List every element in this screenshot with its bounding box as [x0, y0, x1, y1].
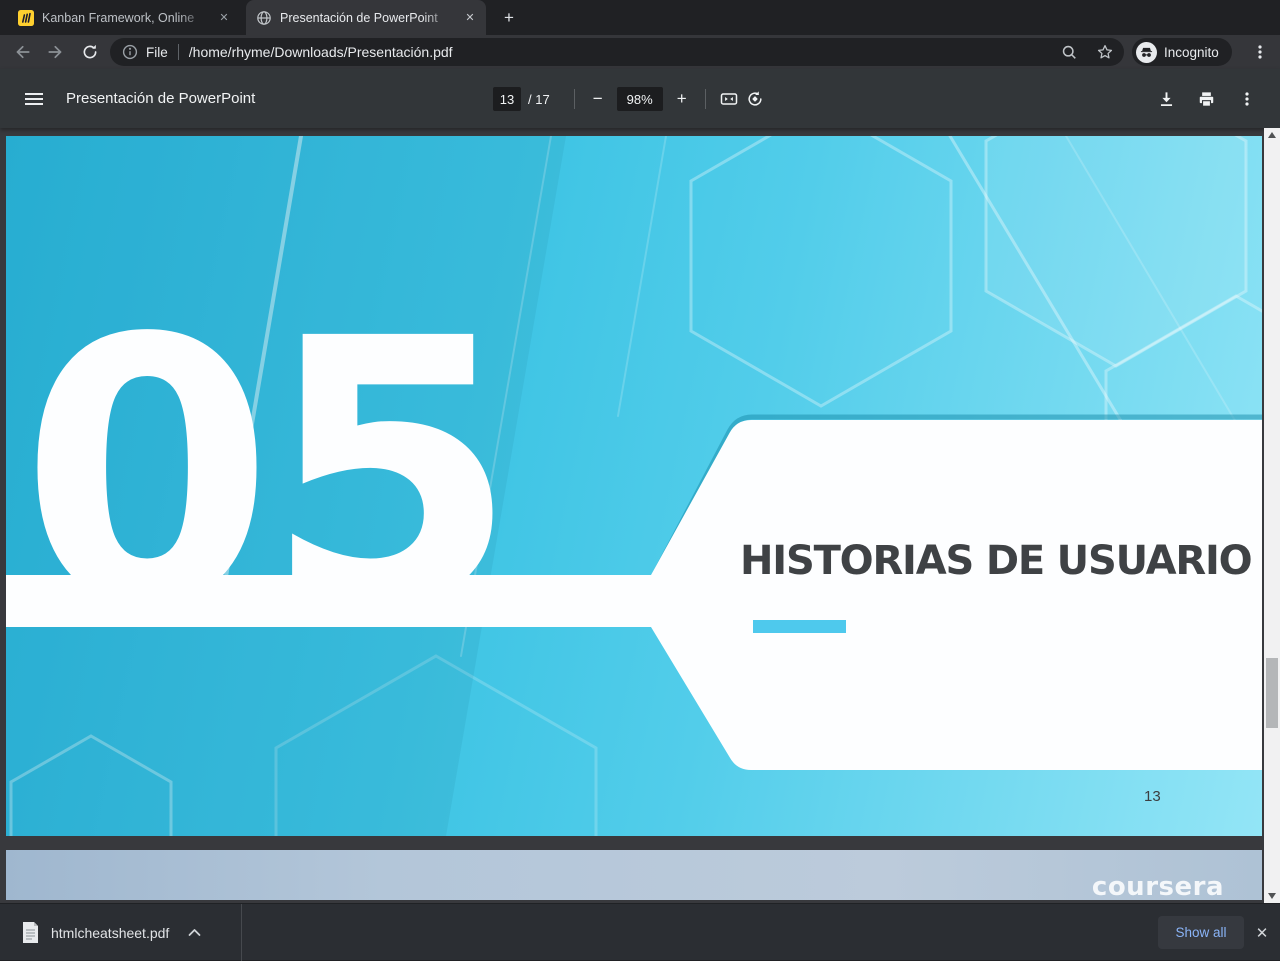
reload-button[interactable]	[78, 40, 102, 64]
pdf-document-title: Presentación de PowerPoint	[66, 90, 256, 107]
download-button[interactable]	[1152, 85, 1180, 113]
pdf-page-14-preview: coursera	[6, 850, 1262, 900]
toolbar-divider	[573, 89, 575, 109]
close-tab-icon[interactable]: ✕	[216, 10, 232, 26]
browser-toolbar: File /home/rhyme/Downloads/Presentación.…	[0, 35, 1280, 69]
title-accent-bar	[753, 620, 846, 633]
scroll-up-arrow-icon[interactable]	[1264, 128, 1280, 142]
zoom-page-icon[interactable]	[1061, 44, 1078, 61]
incognito-badge: Incognito	[1132, 38, 1232, 66]
pdf-menu-hamburger-icon[interactable]	[20, 85, 48, 113]
show-all-downloads-button[interactable]: Show all	[1158, 916, 1244, 949]
zoom-out-button[interactable]: −	[585, 86, 611, 112]
tab-kanban-framework[interactable]: Kanban Framework, Online ✕	[8, 0, 240, 35]
incognito-icon	[1136, 41, 1157, 63]
downloads-bar: htmlcheatsheet.pdf Show all ✕	[0, 903, 1280, 961]
pdf-viewer-area: 05 HISTORIAS DE USUARIO 13 coursera	[0, 128, 1280, 960]
tab-presentacion-pdf[interactable]: Presentación de PowerPoint ✕	[246, 0, 486, 35]
new-tab-button[interactable]: +	[497, 6, 521, 30]
close-tab-icon[interactable]: ✕	[462, 10, 478, 26]
slide-page-number: 13	[1144, 788, 1161, 805]
browser-menu-kebab-icon[interactable]	[1248, 40, 1272, 64]
downloaded-filename: htmlcheatsheet.pdf	[51, 924, 170, 941]
close-downloads-bar-icon[interactable]: ✕	[1250, 921, 1274, 945]
miro-icon	[18, 9, 34, 26]
pdf-more-options-kebab-icon[interactable]	[1233, 85, 1261, 113]
globe-favicon-icon	[256, 10, 272, 26]
slide-title: HISTORIAS DE USUARIO	[740, 538, 1253, 584]
pdf-file-icon	[22, 922, 39, 943]
pdf-toolbar: Presentación de PowerPoint / 17 − 98% +	[0, 69, 1280, 128]
title-banner-shape	[6, 414, 1262, 770]
back-button[interactable]	[10, 40, 34, 64]
forward-button[interactable]	[44, 40, 68, 64]
scroll-down-arrow-icon[interactable]	[1264, 889, 1280, 903]
scrollbar-thumb[interactable]	[1266, 658, 1278, 728]
toolbar-divider	[704, 89, 706, 109]
rotate-counterclockwise-button[interactable]	[742, 86, 768, 112]
download-options-chevron-icon[interactable]	[181, 920, 207, 946]
shelf-divider	[241, 904, 242, 961]
page-total-label: / 17	[528, 91, 550, 107]
coursera-logo: coursera	[1091, 872, 1224, 900]
address-bar[interactable]: File /home/rhyme/Downloads/Presentación.…	[110, 38, 1124, 66]
vertical-scrollbar[interactable]	[1264, 128, 1280, 903]
print-button[interactable]	[1192, 85, 1220, 113]
tab-title: Kanban Framework, Online	[42, 10, 195, 25]
incognito-label: Incognito	[1164, 44, 1219, 60]
url-scheme-label: File	[146, 44, 168, 60]
tab-strip: Kanban Framework, Online ✕ Presentación …	[0, 0, 1280, 35]
page-info-icon[interactable]	[122, 44, 138, 60]
bookmark-star-icon[interactable]	[1096, 43, 1114, 61]
url-divider	[177, 44, 179, 60]
zoom-level-value[interactable]: 98%	[616, 87, 663, 111]
fit-to-width-button[interactable]	[716, 86, 742, 112]
page-number-input[interactable]	[493, 87, 521, 111]
tab-title: Presentación de PowerPoint	[280, 10, 438, 25]
pdf-page-13: 05 HISTORIAS DE USUARIO 13	[6, 136, 1262, 836]
url-text[interactable]: /home/rhyme/Downloads/Presentación.pdf	[189, 44, 1061, 60]
pdf-page-controls: / 17 − 98% +	[493, 85, 768, 113]
zoom-in-button[interactable]: +	[669, 86, 695, 112]
downloaded-file-item[interactable]: htmlcheatsheet.pdf	[0, 904, 241, 961]
